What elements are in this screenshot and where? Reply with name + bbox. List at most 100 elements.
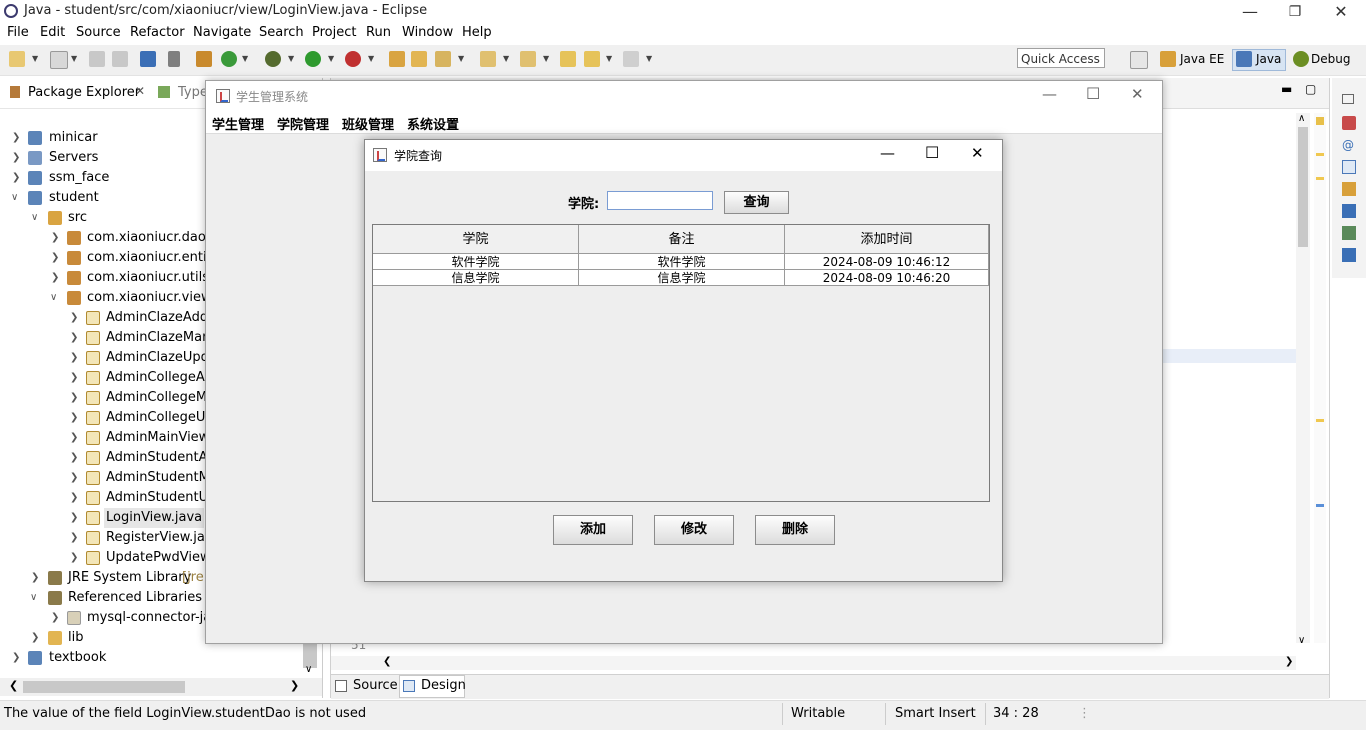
column-header-remark[interactable]: 备注	[579, 225, 785, 254]
new-icon[interactable]	[9, 51, 25, 67]
chevron-down-icon[interactable]: ▼	[71, 54, 77, 63]
add-button[interactable]: 添加	[553, 515, 633, 545]
tasks-icon[interactable]	[1342, 248, 1356, 262]
chevron-right-icon[interactable]: ❯	[70, 308, 82, 328]
menu-student-management[interactable]: 学生管理	[212, 114, 264, 133]
progress-icon[interactable]	[1342, 226, 1356, 240]
dialog-minimize-button[interactable]: —	[880, 144, 895, 162]
pen-icon[interactable]	[435, 51, 451, 67]
skip-breakpoints-icon[interactable]	[168, 51, 180, 67]
quick-access-input[interactable]: Quick Access	[1017, 48, 1105, 68]
declaration-icon[interactable]	[1342, 160, 1356, 174]
terminal-icon[interactable]	[140, 51, 156, 67]
chevron-right-icon[interactable]: ❯	[70, 368, 82, 388]
chevron-right-icon[interactable]: ❯	[70, 428, 82, 448]
console-icon[interactable]	[1342, 204, 1356, 218]
chevron-right-icon[interactable]: ❯	[51, 608, 63, 628]
chevron-down-icon[interactable]: ∨	[31, 208, 43, 228]
table-cell[interactable]: 2024-08-09 10:46:20	[785, 270, 989, 286]
scroll-down-icon[interactable]: ∨	[1298, 635, 1305, 646]
tab-package-explorer[interactable]: Package Explorer	[28, 85, 140, 100]
query-button[interactable]: 查询	[724, 191, 789, 214]
chevron-down-icon[interactable]: ▼	[328, 54, 334, 63]
chevron-down-icon[interactable]: ▼	[543, 54, 549, 63]
scroll-left-icon[interactable]: ❮	[383, 656, 391, 667]
forward-arrow-icon[interactable]	[623, 51, 639, 67]
chevron-right-icon[interactable]: ❯	[70, 528, 82, 548]
scroll-right-icon[interactable]: ❯	[290, 679, 299, 692]
chevron-right-icon[interactable]: ❯	[70, 408, 82, 428]
position-marker[interactable]	[1316, 504, 1324, 507]
menu-window[interactable]: Window	[402, 25, 453, 40]
table-cell[interactable]: 信息学院	[373, 270, 579, 286]
menu-run[interactable]: Run	[366, 25, 391, 40]
college-search-input[interactable]	[607, 191, 713, 210]
back-arrow-icon[interactable]	[584, 51, 600, 67]
column-header-college[interactable]: 学院	[373, 225, 579, 254]
menu-help[interactable]: Help	[462, 25, 492, 40]
warning-marker[interactable]	[1316, 153, 1324, 156]
editor-scrollbar-thumb[interactable]	[1298, 127, 1308, 247]
run-icon[interactable]	[305, 51, 321, 67]
chevron-down-icon[interactable]: ▼	[503, 54, 509, 63]
menu-source[interactable]: Source	[76, 25, 121, 40]
minimize-view-icon[interactable]: ▬	[1281, 82, 1292, 96]
chevron-down-icon[interactable]: ▼	[646, 54, 652, 63]
delete-button[interactable]: 删除	[755, 515, 835, 545]
open-folder-icon[interactable]	[411, 51, 427, 67]
open-type-icon[interactable]	[389, 51, 405, 67]
warning-marker[interactable]	[1316, 117, 1324, 125]
editor-horizontal-scrollbar[interactable]: ❮ ❯	[331, 656, 1296, 670]
close-icon[interactable]: ✕	[135, 84, 145, 98]
chevron-down-icon[interactable]: ▼	[368, 54, 374, 63]
chevron-right-icon[interactable]: ❯	[70, 328, 82, 348]
chevron-right-icon[interactable]: ❯	[12, 168, 24, 188]
chevron-right-icon[interactable]: ❯	[70, 508, 82, 528]
column-header-added-time[interactable]: 添加时间	[785, 225, 989, 254]
menu-navigate[interactable]: Navigate	[193, 25, 251, 40]
build-icon[interactable]	[196, 51, 212, 67]
problems-icon[interactable]	[1342, 182, 1356, 196]
chevron-down-icon[interactable]: ▼	[606, 54, 612, 63]
table-cell[interactable]: 2024-08-09 10:46:12	[785, 254, 989, 270]
menu-class-management[interactable]: 班级管理	[342, 114, 394, 133]
restore-view-icon[interactable]	[1342, 94, 1354, 104]
menu-refactor[interactable]: Refactor	[130, 25, 185, 40]
warning-marker[interactable]	[1316, 177, 1324, 180]
save-all-icon[interactable]	[112, 51, 128, 67]
previous-annotation-icon[interactable]	[520, 51, 536, 67]
menu-file[interactable]: File	[7, 25, 29, 40]
chevron-down-icon[interactable]: ∨	[11, 188, 23, 208]
menu-edit[interactable]: Edit	[40, 25, 65, 40]
scroll-left-icon[interactable]: ❮	[9, 679, 18, 692]
chevron-down-icon[interactable]: ▼	[458, 54, 464, 63]
chevron-down-icon[interactable]: ▼	[242, 54, 248, 63]
table-cell[interactable]: 软件学院	[373, 254, 579, 270]
refresh-icon[interactable]	[221, 51, 237, 67]
open-perspective-icon[interactable]	[1130, 51, 1148, 69]
dialog-maximize-button[interactable]: ☐	[925, 143, 939, 162]
editor-vertical-scrollbar[interactable]: ∧ ∨	[1296, 113, 1310, 646]
tab-source[interactable]: Source	[353, 678, 398, 693]
chevron-right-icon[interactable]: ❯	[70, 548, 82, 568]
chevron-right-icon[interactable]: ❯	[51, 228, 63, 248]
table-cell[interactable]: 软件学院	[579, 254, 785, 270]
menu-search[interactable]: Search	[259, 25, 304, 40]
perspective-java-ee[interactable]: Java EE	[1180, 52, 1224, 66]
chevron-right-icon[interactable]: ❯	[51, 248, 63, 268]
chevron-right-icon[interactable]: ❯	[31, 628, 43, 648]
debug-icon[interactable]	[265, 51, 281, 67]
tree-item-textbook[interactable]: ❯ textbook	[0, 648, 322, 668]
external-tools-icon[interactable]	[345, 51, 361, 67]
tab-type-hierarchy[interactable]: Type	[178, 85, 208, 100]
dialog-close-button[interactable]: ✕	[971, 144, 984, 162]
menu-system-settings[interactable]: 系统设置	[407, 114, 459, 133]
scroll-up-icon[interactable]: ∧	[1298, 113, 1305, 124]
table-cell[interactable]: 信息学院	[579, 270, 785, 286]
swing-close-button[interactable]: ✕	[1131, 85, 1144, 103]
chevron-right-icon[interactable]: ❯	[12, 148, 24, 168]
tab-design[interactable]: Design	[421, 678, 466, 693]
chevron-right-icon[interactable]: ❯	[70, 468, 82, 488]
close-button[interactable]: ✕	[1326, 2, 1356, 22]
horizontal-scrollbar[interactable]: ❮ ❯	[0, 678, 322, 696]
